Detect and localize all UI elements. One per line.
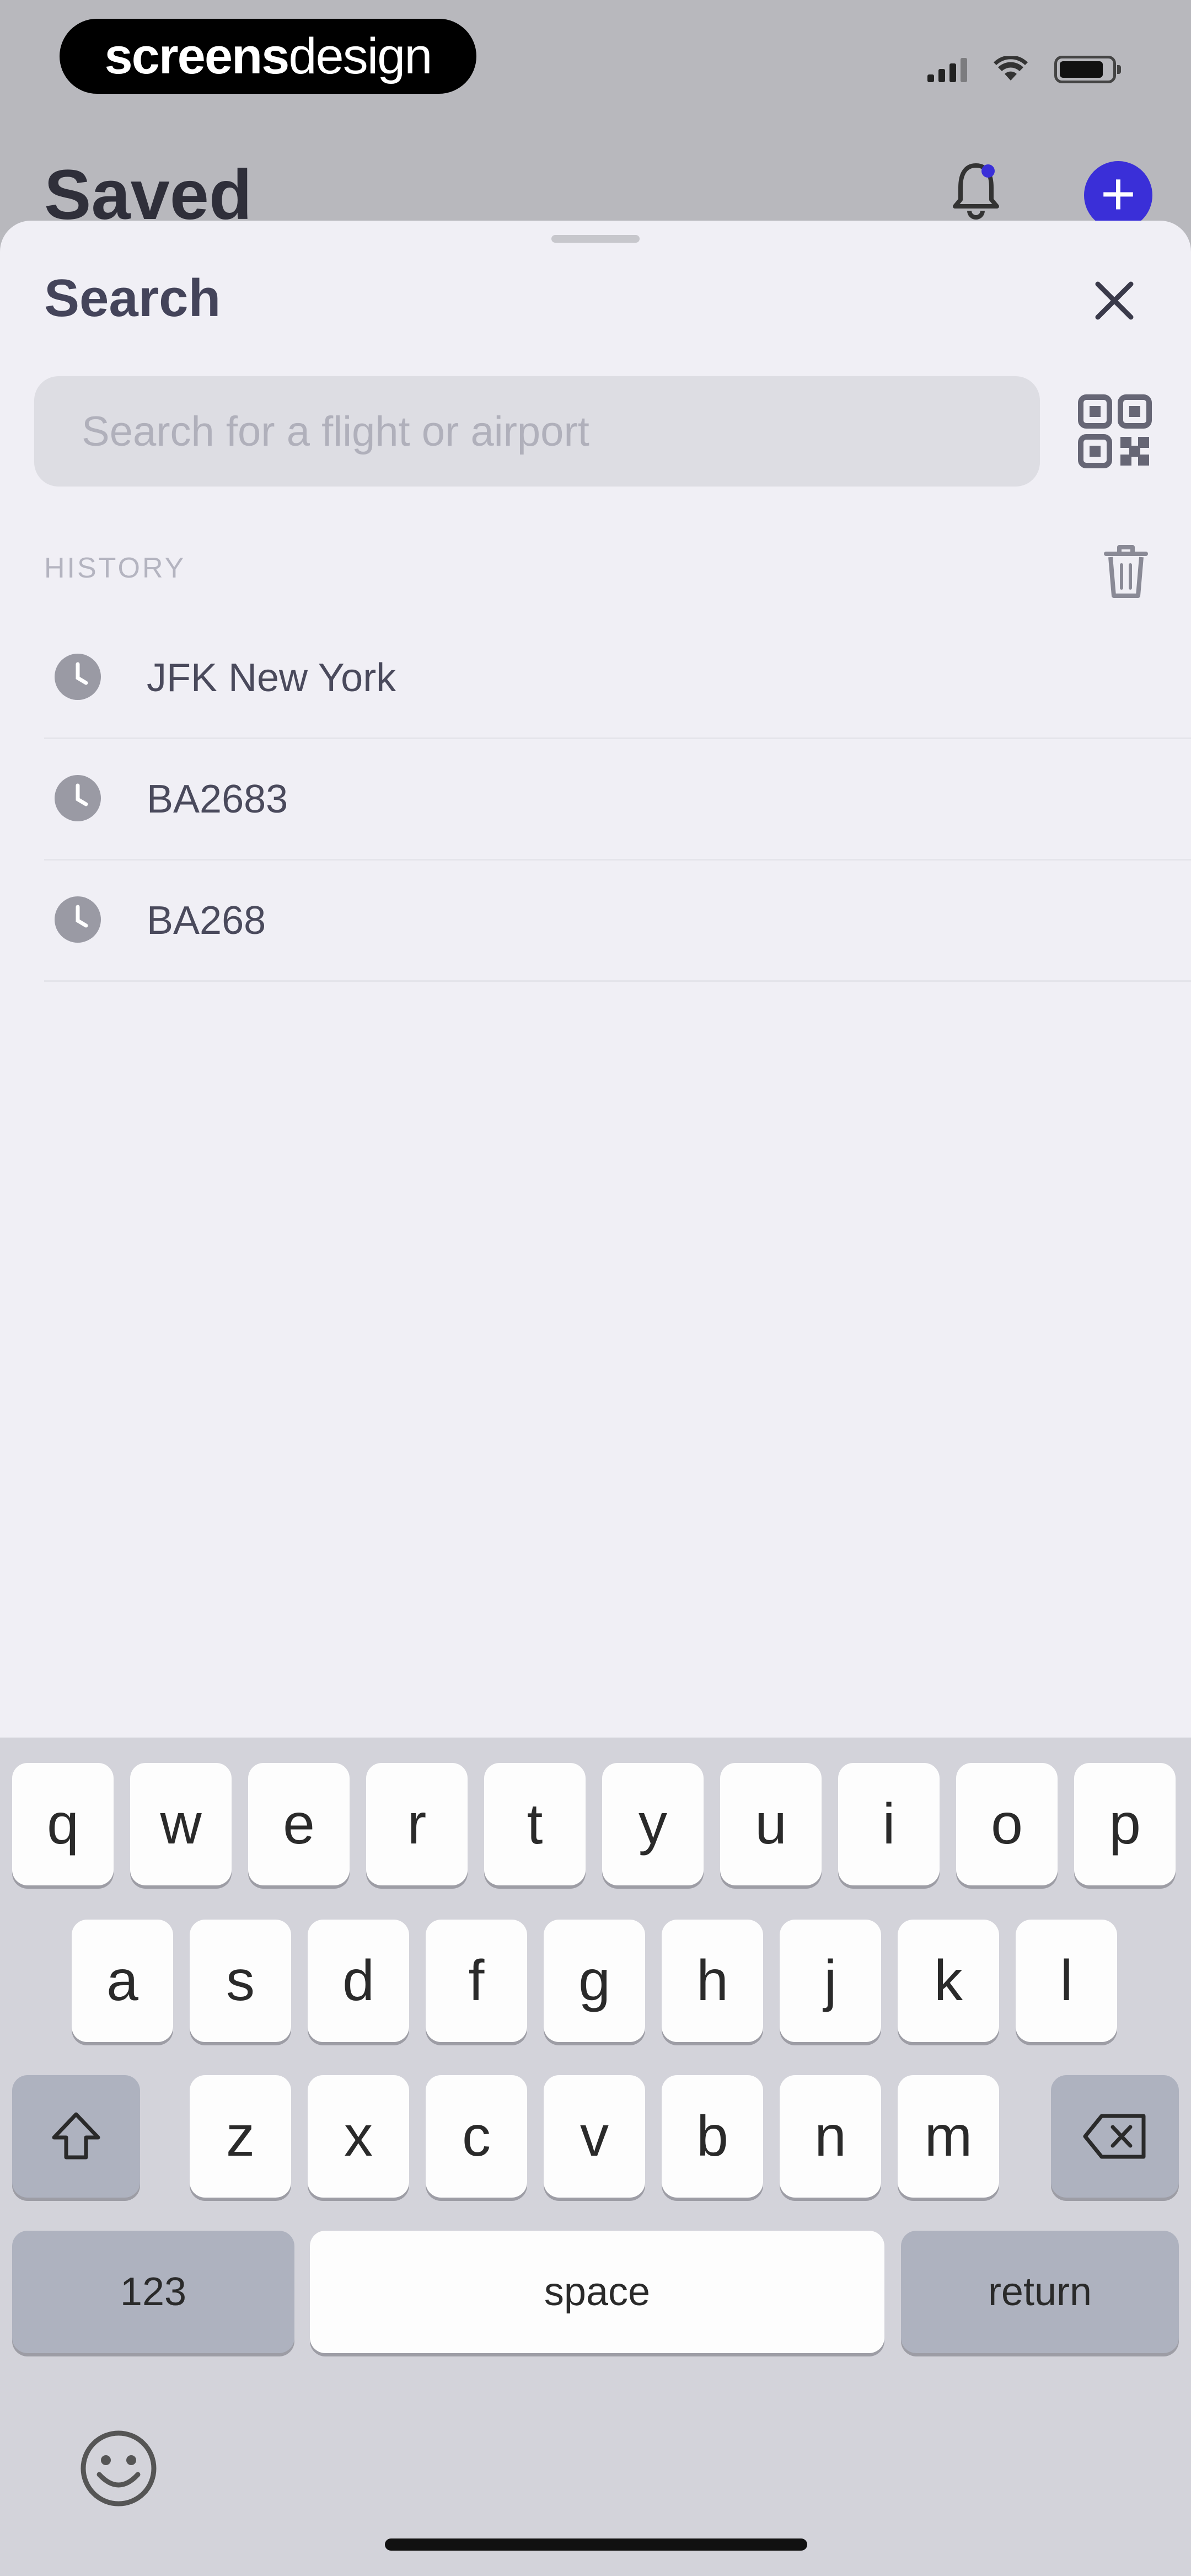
key-f[interactable]: f <box>426 1920 527 2042</box>
key-y[interactable]: y <box>602 1763 704 1885</box>
key-p[interactable]: p <box>1074 1763 1176 1885</box>
key-i[interactable]: i <box>838 1763 940 1885</box>
status-icons <box>927 53 1121 86</box>
brand-bold: screens <box>104 28 290 84</box>
key-b[interactable]: b <box>662 2075 763 2198</box>
key-j[interactable]: j <box>780 1920 881 2042</box>
history-item[interactable]: JFK New York <box>44 618 1191 739</box>
search-row <box>34 376 1157 487</box>
return-key[interactable]: return <box>901 2231 1179 2353</box>
key-m[interactable]: m <box>898 2075 999 2198</box>
history-list: JFK New York BA2683 BA268 <box>44 618 1191 982</box>
key-q[interactable]: q <box>12 1763 114 1885</box>
key-u[interactable]: u <box>720 1763 822 1885</box>
cellular-signal-icon <box>927 57 967 82</box>
key-v[interactable]: v <box>544 2075 645 2198</box>
key-o[interactable]: o <box>956 1763 1058 1885</box>
key-k[interactable]: k <box>898 1920 999 2042</box>
numbers-key[interactable]: 123 <box>12 2231 294 2353</box>
history-item-label: JFK New York <box>147 656 396 700</box>
space-key[interactable]: space <box>310 2231 884 2353</box>
key-l[interactable]: l <box>1016 1920 1117 2042</box>
history-item[interactable]: BA2683 <box>44 739 1191 861</box>
key-g[interactable]: g <box>544 1920 645 2042</box>
brand-thin: design <box>288 28 432 84</box>
key-d[interactable]: d <box>308 1920 409 2042</box>
shift-icon <box>52 2112 100 2160</box>
qr-code-icon[interactable] <box>1076 393 1154 470</box>
bell-icon[interactable] <box>948 160 1004 221</box>
key-c[interactable]: c <box>426 2075 527 2198</box>
history-item-label: BA268 <box>147 899 266 943</box>
key-a[interactable]: a <box>72 1920 173 2042</box>
emoji-icon[interactable] <box>77 2427 160 2510</box>
sheet-grabber[interactable] <box>551 235 640 243</box>
clock-icon <box>55 654 101 700</box>
key-r[interactable]: r <box>366 1763 468 1885</box>
status-bar: screens design <box>0 0 1191 132</box>
background-screen: screens design Saved + <box>0 0 1191 234</box>
battery-icon <box>1054 56 1121 83</box>
clock-icon <box>55 775 101 821</box>
history-item[interactable]: BA268 <box>44 861 1191 982</box>
key-n[interactable]: n <box>780 2075 881 2198</box>
brand-badge: screens design <box>60 19 476 94</box>
wifi-icon <box>994 56 1028 81</box>
home-indicator[interactable] <box>385 2538 807 2551</box>
key-s[interactable]: s <box>190 1920 291 2042</box>
trash-icon[interactable] <box>1098 541 1154 601</box>
search-input[interactable] <box>81 407 1040 456</box>
key-x[interactable]: x <box>308 2075 409 2198</box>
key-h[interactable]: h <box>662 1920 763 2042</box>
key-z[interactable]: z <box>190 2075 291 2198</box>
add-button[interactable]: + <box>1084 161 1152 229</box>
history-heading: HISTORY <box>44 552 186 584</box>
shift-key[interactable] <box>12 2075 140 2198</box>
key-e[interactable]: e <box>248 1763 350 1885</box>
delete-key[interactable] <box>1051 2075 1179 2198</box>
close-icon <box>1095 281 1134 320</box>
backspace-icon <box>1083 2114 1146 2159</box>
close-button[interactable] <box>1084 270 1145 331</box>
search-field[interactable] <box>34 376 1040 487</box>
key-t[interactable]: t <box>484 1763 586 1885</box>
key-w[interactable]: w <box>130 1763 232 1885</box>
history-item-label: BA2683 <box>147 777 288 821</box>
clock-icon <box>55 896 101 943</box>
sheet-title: Search <box>44 269 221 328</box>
